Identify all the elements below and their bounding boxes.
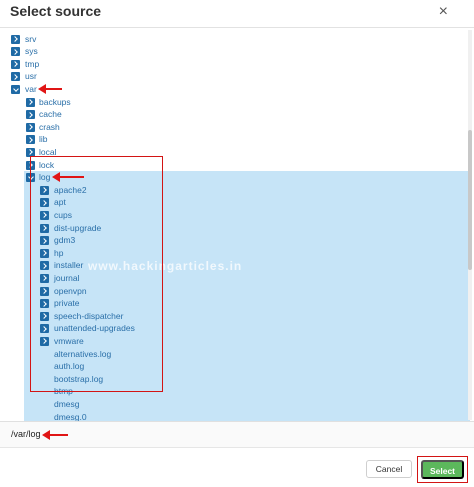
tree-item-usr[interactable]: usr bbox=[0, 70, 470, 83]
dialog-footer: Cancel Select bbox=[0, 447, 474, 487]
chevron-right-icon[interactable] bbox=[26, 122, 35, 132]
cancel-button[interactable]: Cancel bbox=[366, 460, 412, 478]
tree-item-tmp[interactable]: tmp bbox=[0, 58, 470, 71]
tree-item-dmesg-0[interactable]: dmesg.0 bbox=[0, 411, 470, 422]
chevron-right-icon[interactable] bbox=[11, 59, 20, 69]
tree-item-var[interactable]: var bbox=[0, 83, 470, 96]
tree-item-label: srv bbox=[25, 33, 37, 44]
chevron-right-icon[interactable] bbox=[26, 97, 35, 107]
tree-item-label: usr bbox=[25, 71, 37, 82]
tree-item-label: tmp bbox=[25, 58, 40, 69]
tree-item-dmesg[interactable]: dmesg bbox=[0, 398, 470, 411]
chevron-right-icon[interactable] bbox=[26, 135, 35, 145]
tree-item-label: var bbox=[25, 83, 37, 94]
tree-item-sys[interactable]: sys bbox=[0, 45, 470, 58]
tree-item-label: lib bbox=[39, 134, 48, 145]
close-icon[interactable]: × bbox=[439, 4, 448, 20]
annotation-arrow-var bbox=[38, 84, 62, 94]
tree-item-label: crash bbox=[39, 121, 60, 132]
tree-item-srv[interactable]: srv bbox=[0, 33, 470, 46]
dialog-title: Select source bbox=[10, 3, 102, 19]
dialog-header: Select source × bbox=[0, 0, 474, 28]
chevron-right-icon[interactable] bbox=[11, 34, 20, 44]
tree-item-lib[interactable]: lib bbox=[0, 133, 470, 146]
annotation-arrow-path bbox=[42, 430, 68, 440]
tree-scrollbar-thumb[interactable] bbox=[468, 130, 472, 270]
chevron-right-icon[interactable] bbox=[11, 72, 20, 82]
tree-item-label: backups bbox=[39, 96, 71, 107]
selected-path: /var/log bbox=[11, 429, 41, 439]
tree-item-label: sys bbox=[25, 46, 38, 57]
tree-scrollbar[interactable] bbox=[468, 30, 472, 420]
tree-item-backups[interactable]: backups bbox=[0, 96, 470, 109]
tree-item-label: dmesg.0 bbox=[54, 411, 87, 422]
tree-item-label: cache bbox=[39, 109, 62, 120]
tree-item-crash[interactable]: crash bbox=[0, 121, 470, 134]
path-bar: /var/log bbox=[0, 421, 474, 447]
select-source-dialog: Select source × srv sys tmp usr var backups ca… bbox=[0, 0, 474, 487]
chevron-right-icon[interactable] bbox=[11, 47, 20, 57]
annotation-arrow-log bbox=[52, 172, 84, 182]
tree-item-label: dmesg bbox=[54, 398, 80, 409]
tree-item-cache[interactable]: cache bbox=[0, 108, 470, 121]
annotation-highlight-box bbox=[30, 156, 163, 392]
chevron-down-icon[interactable] bbox=[11, 84, 20, 94]
select-button[interactable]: Select bbox=[421, 460, 464, 479]
chevron-right-icon[interactable] bbox=[26, 110, 35, 120]
